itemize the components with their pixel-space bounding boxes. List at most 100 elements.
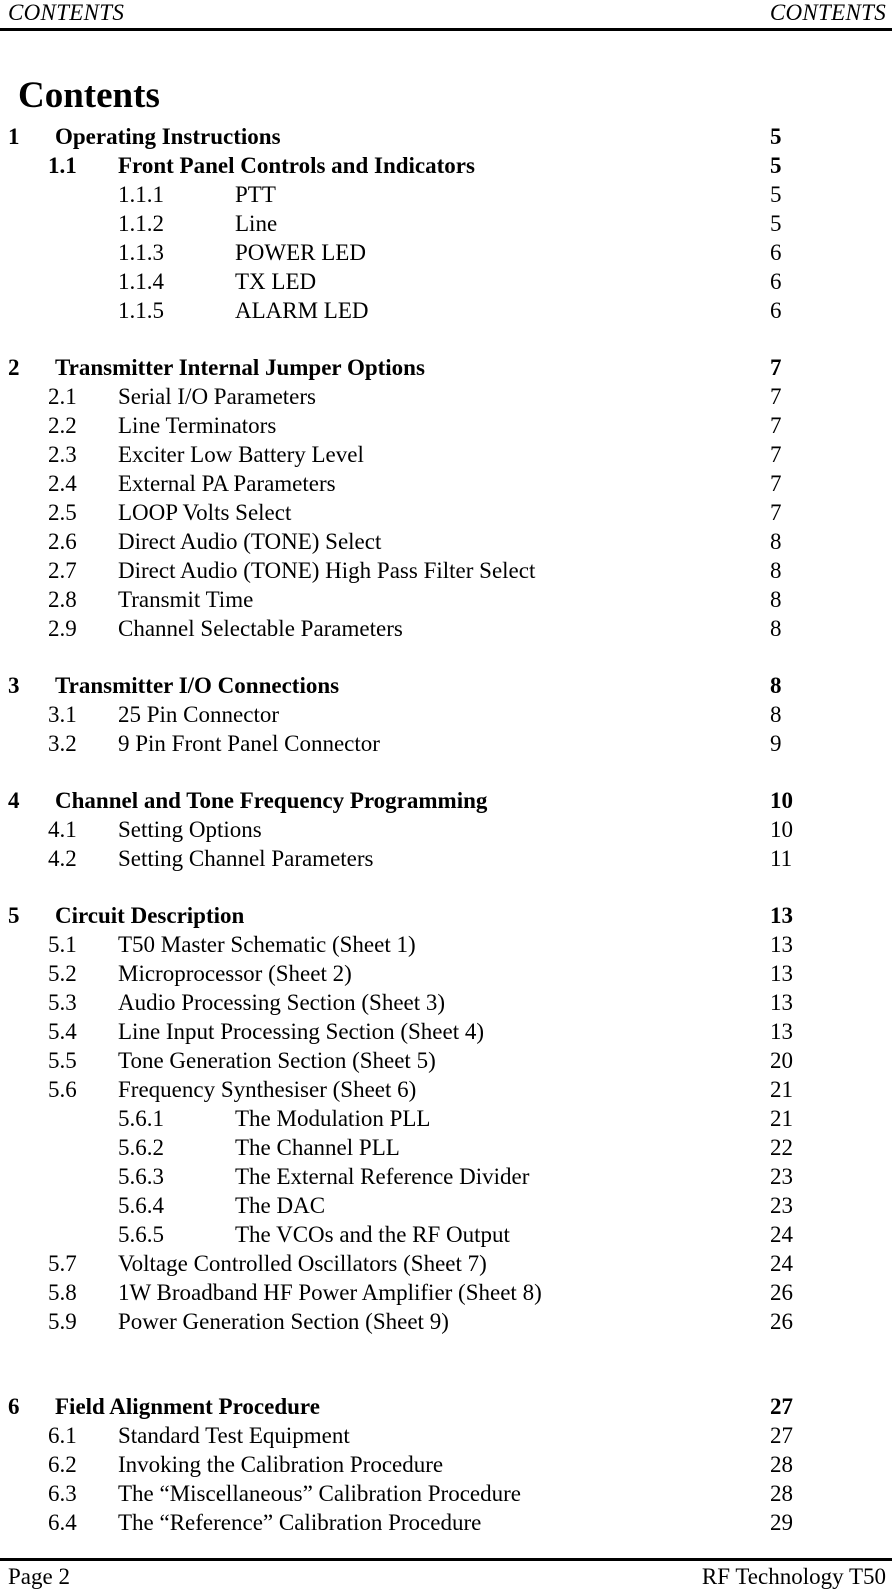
running-header: CONTENTS CONTENTS [8, 0, 886, 28]
toc-entry-number: 2.7 [48, 558, 77, 583]
toc-entry-number: 3.1 [48, 702, 77, 727]
toc-entry[interactable]: 2.8 Transmit Time 8 [0, 585, 892, 614]
toc-entry[interactable]: 6 Field Alignment Procedure 27 [0, 1392, 892, 1421]
toc-entry-page-number: 6 [770, 240, 782, 265]
toc-entry[interactable]: 1.1 Front Panel Controls and Indicators 5 [0, 151, 892, 180]
toc-entry[interactable]: 2.7 Direct Audio (TONE) High Pass Filter … [0, 556, 892, 585]
toc-entry-number: 2.6 [48, 529, 77, 554]
toc-entry-page-number: 13 [770, 903, 793, 928]
toc-entry[interactable]: 5.6.5 The VCOs and the RF Output 24 [0, 1220, 892, 1249]
toc-entry-number: 3.2 [48, 731, 77, 756]
toc-entry[interactable]: 4 Channel and Tone Frequency Programming 1… [0, 786, 892, 815]
toc-entry-page-number: 6 [770, 269, 782, 294]
toc-group-gap [0, 873, 892, 901]
toc-entry[interactable]: 2 Transmitter Internal Jumper Options 7 [0, 353, 892, 382]
toc-entry[interactable]: 2.6 Direct Audio (TONE) Select 8 [0, 527, 892, 556]
toc-entry[interactable]: 1 Operating Instructions 5 [0, 122, 892, 151]
toc-entry[interactable]: 5.1 T50 Master Schematic (Sheet 1) 13 [0, 930, 892, 959]
toc-entry-page-number: 7 [770, 384, 782, 409]
toc-entry-title: The DAC [235, 1193, 326, 1218]
toc-entry[interactable]: 5.4 Line Input Processing Section (Sheet … [0, 1017, 892, 1046]
toc-entry-number: 6.1 [48, 1423, 77, 1448]
toc-entry-title: The VCOs and the RF Output [235, 1222, 510, 1247]
toc-entry-number: 2 [8, 355, 20, 380]
toc-entry-number: 6.2 [48, 1452, 77, 1477]
toc-entry[interactable]: 1.1.1 PTT 5 [0, 180, 892, 209]
toc-entry[interactable]: 4.1 Setting Options 10 [0, 815, 892, 844]
toc-entry[interactable]: 1.1.5 ALARM LED 6 [0, 296, 892, 325]
toc-entry[interactable]: 6.1 Standard Test Equipment 27 [0, 1421, 892, 1450]
toc-entry[interactable]: 5.6.4 The DAC 23 [0, 1191, 892, 1220]
toc-entry-page-number: 26 [770, 1280, 793, 1305]
toc-entry-title: Standard Test Equipment [118, 1423, 350, 1448]
toc-entry-number: 1.1.2 [118, 211, 164, 236]
toc-entry-title: Front Panel Controls and Indicators [118, 153, 475, 178]
toc-entry[interactable]: 2.9 Channel Selectable Parameters 8 [0, 614, 892, 643]
toc-entry-number: 5.6.3 [118, 1164, 164, 1189]
toc-entry-number: 4.1 [48, 817, 77, 842]
toc-entry-number: 4.2 [48, 846, 77, 871]
toc-entry[interactable]: 2.1 Serial I/O Parameters 7 [0, 382, 892, 411]
toc-entry[interactable]: 3 Transmitter I/O Connections 8 [0, 671, 892, 700]
toc-entry[interactable]: 5.6 Frequency Synthesiser (Sheet 6) 21 [0, 1075, 892, 1104]
toc-entry[interactable]: 6.4 The “Reference” Calibration Procedure… [0, 1508, 892, 1537]
toc-entry-title: Direct Audio (TONE) High Pass Filter Sel… [118, 558, 536, 583]
toc-entry[interactable]: 4.2 Setting Channel Parameters 11 [0, 844, 892, 873]
toc-entry[interactable]: 2.3 Exciter Low Battery Level 7 [0, 440, 892, 469]
toc-entry[interactable]: 5.7 Voltage Controlled Oscillators (Sheet… [0, 1249, 892, 1278]
toc-entry-page-number: 5 [770, 182, 782, 207]
toc-entry[interactable]: 5.8 1W Broadband HF Power Amplifier (Shee… [0, 1278, 892, 1307]
toc-entry-number: 2.8 [48, 587, 77, 612]
footer-document-title: RF Technology T50 [701, 1564, 886, 1589]
toc-entry[interactable]: 5.2 Microprocessor (Sheet 2) 13 [0, 959, 892, 988]
toc-entry-page-number: 7 [770, 413, 782, 438]
toc-entry-page-number: 13 [770, 990, 793, 1015]
toc-entry[interactable]: 5.6.1 The Modulation PLL 21 [0, 1104, 892, 1133]
toc-entry[interactable]: 5.5 Tone Generation Section (Sheet 5) 20 [0, 1046, 892, 1075]
toc-entry-number: 5.6 [48, 1077, 77, 1102]
toc-entry-page-number: 7 [770, 355, 782, 380]
toc-entry[interactable]: 2.2 Line Terminators 7 [0, 411, 892, 440]
toc-entry-title: Operating Instructions [55, 124, 281, 149]
toc-entry[interactable]: 6.3 The “Miscellaneous” Calibration Proce… [0, 1479, 892, 1508]
toc-entry-number: 5.2 [48, 961, 77, 986]
toc-entry-number: 1.1.3 [118, 240, 164, 265]
toc-entry-page-number: 5 [770, 153, 782, 178]
page-title: Contents [18, 74, 160, 116]
header-right-text: CONTENTS [769, 0, 886, 25]
toc-entry-page-number: 24 [770, 1222, 793, 1247]
toc-entry[interactable]: 1.1.3 POWER LED 6 [0, 238, 892, 267]
toc-entry[interactable]: 5.6.3 The External Reference Divider 23 [0, 1162, 892, 1191]
header-divider-rule [0, 28, 892, 31]
toc-entry[interactable]: 6.2 Invoking the Calibration Procedure 28 [0, 1450, 892, 1479]
toc-entry[interactable]: 2.5 LOOP Volts Select 7 [0, 498, 892, 527]
toc-entry-number: 2.3 [48, 442, 77, 467]
toc-group-gap [0, 1336, 892, 1392]
toc-entry-number: 5 [8, 903, 20, 928]
toc-entry-title: Transmit Time [118, 587, 254, 612]
toc-entry-title: The “Miscellaneous” Calibration Procedur… [118, 1481, 521, 1506]
toc-entry-number: 5.6.2 [118, 1135, 164, 1160]
toc-entry[interactable]: 5.6.2 The Channel PLL 22 [0, 1133, 892, 1162]
toc-entry-page-number: 13 [770, 961, 793, 986]
toc-entry-title: Transmitter Internal Jumper Options [55, 355, 425, 380]
toc-entry[interactable]: 2.4 External PA Parameters 7 [0, 469, 892, 498]
toc-entry-title: The Channel PLL [235, 1135, 400, 1160]
toc-entry-number: 1.1.4 [118, 269, 164, 294]
toc-entry-title: Setting Channel Parameters [118, 846, 374, 871]
toc-group-gap [0, 643, 892, 671]
toc-entry-page-number: 29 [770, 1510, 793, 1535]
toc-entry-page-number: 8 [770, 587, 782, 612]
toc-entry-title: 25 Pin Connector [118, 702, 279, 727]
toc-entry[interactable]: 5 Circuit Description 13 [0, 901, 892, 930]
toc-entry-page-number: 7 [770, 442, 782, 467]
toc-entry-title: Tone Generation Section (Sheet 5) [118, 1048, 436, 1073]
toc-entry[interactable]: 3.1 25 Pin Connector 8 [0, 700, 892, 729]
toc-entry-number: 1 [8, 124, 20, 149]
toc-entry[interactable]: 5.9 Power Generation Section (Sheet 9) 26 [0, 1307, 892, 1336]
toc-entry[interactable]: 1.1.4 TX LED 6 [0, 267, 892, 296]
toc-entry[interactable]: 1.1.2 Line 5 [0, 209, 892, 238]
toc-entry[interactable]: 3.2 9 Pin Front Panel Connector 9 [0, 729, 892, 758]
toc-entry-page-number: 27 [770, 1423, 793, 1448]
toc-entry[interactable]: 5.3 Audio Processing Section (Sheet 3) 13 [0, 988, 892, 1017]
